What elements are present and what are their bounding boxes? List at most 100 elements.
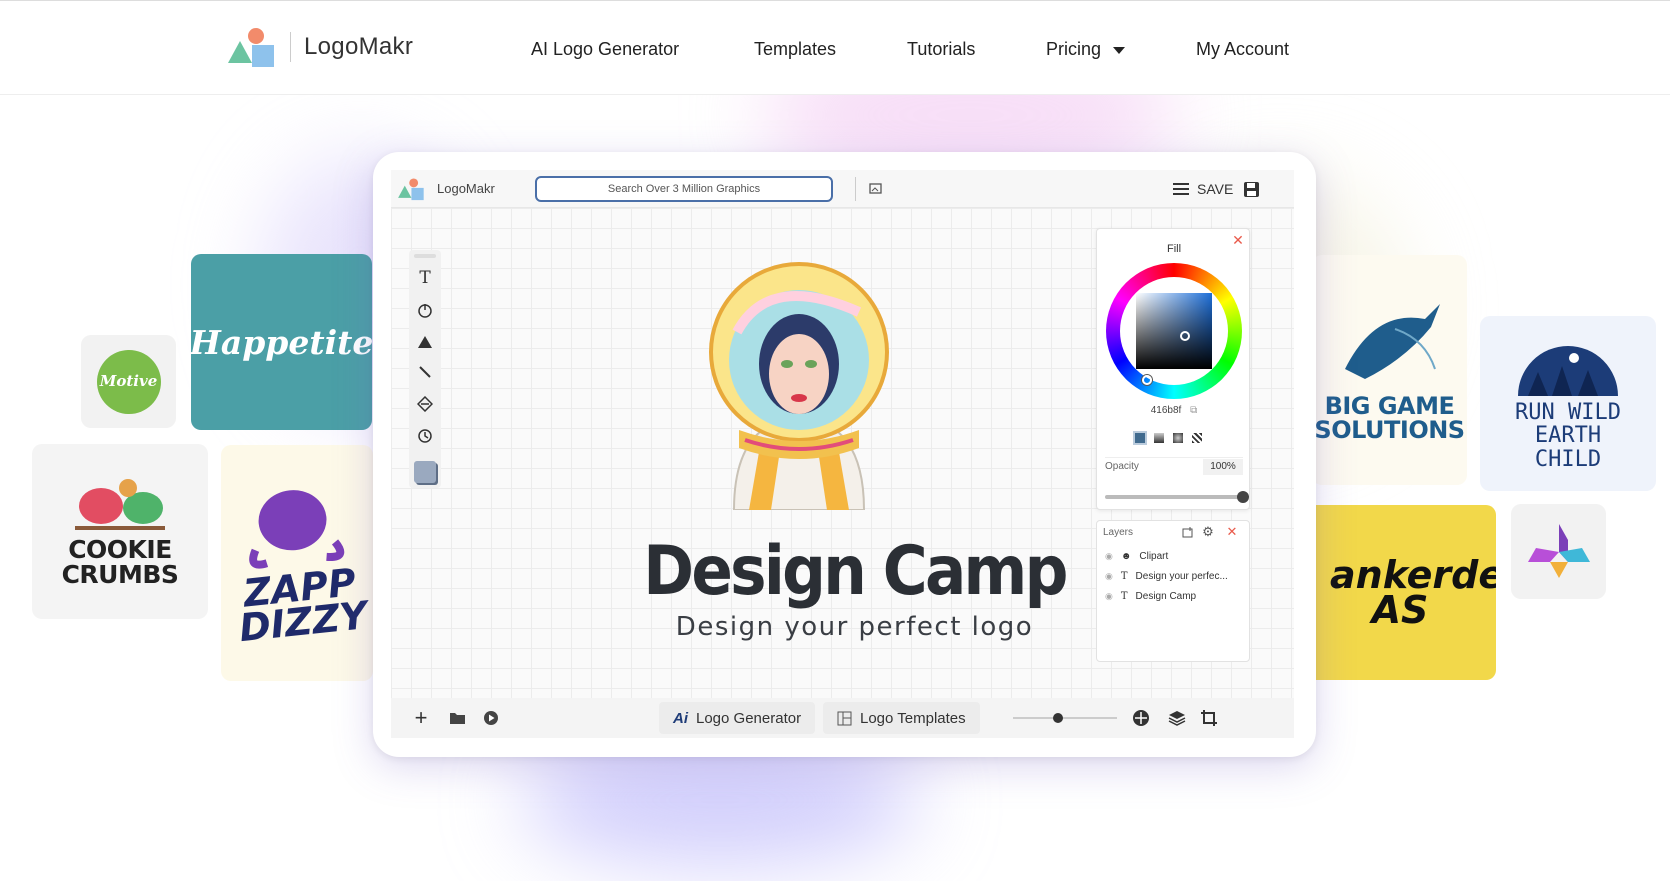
editor-bottom-bar: + Ai Logo Generator Logo Templates — [391, 698, 1294, 738]
text-tool-icon[interactable]: T — [415, 268, 435, 288]
tool-rail: T — [409, 250, 441, 488]
hex-readout[interactable]: 416b8f ⧉ — [1097, 405, 1251, 416]
editor-window: LogoMakr Search Over 3 Million Graphics … — [373, 152, 1316, 757]
plus-icon[interactable]: + — [411, 705, 431, 730]
logo-card-big-game[interactable]: BIG GAME SOLUTIONS — [1312, 255, 1467, 485]
gear-icon[interactable]: ⚙ — [1201, 524, 1215, 539]
ai-badge-icon: Ai — [673, 709, 688, 727]
editor-logo-icon — [397, 176, 427, 207]
zoom-slider-thumb[interactable] — [1053, 713, 1063, 723]
close-icon[interactable]: ✕ — [1225, 524, 1239, 539]
linear-gradient-icon[interactable] — [1154, 433, 1164, 443]
rail-handle[interactable] — [414, 254, 436, 258]
caret-down-icon — [1113, 46, 1126, 54]
logo-card-zapp-dizzy[interactable]: ZAPP DIZZY — [221, 445, 373, 681]
visibility-eye-icon[interactable]: ◉ — [1105, 571, 1113, 582]
forest-moon-icon — [1518, 346, 1618, 397]
logo-card-run-wild[interactable]: RUN WILD EARTH CHILD — [1480, 316, 1656, 491]
hue-handle[interactable] — [1142, 375, 1152, 385]
logo-card-ankerdekk[interactable]: ankerdekk AS — [1304, 505, 1496, 680]
opacity-value[interactable]: 100% — [1203, 459, 1243, 475]
layers-panel-title: Layers — [1103, 527, 1134, 538]
layer-item[interactable]: ◉ T Design your perfec... — [1105, 571, 1228, 582]
play-icon[interactable] — [481, 708, 501, 728]
cookie-crumbs-art: COOKIE CRUMBS — [55, 476, 185, 587]
hamburger-menu-icon[interactable] — [1171, 179, 1191, 199]
nav-tutorials[interactable]: Tutorials — [907, 39, 975, 60]
eraser-tool-icon[interactable] — [415, 394, 435, 414]
templates-grid-icon — [837, 711, 852, 725]
color-picker-handle[interactable] — [1180, 331, 1190, 341]
layer-label: Design your perfec... — [1135, 571, 1228, 582]
logo-card-motive[interactable]: Motive — [81, 335, 176, 428]
history-tool-icon[interactable] — [415, 426, 435, 446]
logo-card-tri-mark[interactable] — [1511, 504, 1606, 599]
clipart-tool-icon[interactable] — [415, 300, 435, 320]
site-header: LogoMakr AI Logo Generator Templates Tut… — [0, 0, 1670, 95]
color-swatch — [414, 461, 436, 483]
logo-card-cookie-crumbs[interactable]: COOKIE CRUMBS — [32, 444, 208, 619]
opacity-slider-thumb[interactable] — [1237, 491, 1249, 503]
run-wild-art: RUN WILD EARTH CHILD — [1503, 336, 1633, 472]
text-icon: T — [1120, 591, 1128, 602]
radial-gradient-icon[interactable] — [1173, 433, 1183, 443]
toolbar-divider — [855, 177, 856, 201]
layers-stack-icon[interactable] — [1167, 708, 1187, 728]
shape-tool-icon[interactable] — [415, 332, 435, 352]
layer-label: Design Camp — [1135, 591, 1197, 602]
logo-card-happetite[interactable]: Happetite — [191, 254, 372, 430]
graphics-search-input[interactable]: Search Over 3 Million Graphics — [535, 176, 833, 202]
brand-divider — [290, 32, 291, 62]
visibility-eye-icon[interactable]: ◉ — [1105, 551, 1113, 562]
nav-pricing-label: Pricing — [1046, 39, 1102, 59]
clipart-icon: ☻ — [1120, 551, 1132, 562]
layers-panel: Layers ⚙ ✕ ◉ ☻ Clipart ◉ T Design your p… — [1096, 520, 1250, 662]
hue-ring[interactable] — [1106, 263, 1242, 399]
card-text: ZAPP DIZZY — [237, 560, 370, 651]
card-text: ankerdekk AS — [1330, 553, 1496, 632]
editor-toolbar: LogoMakr Search Over 3 Million Graphics … — [391, 170, 1294, 208]
opacity-slider[interactable] — [1105, 491, 1249, 503]
layer-item[interactable]: ◉ ☻ Clipart — [1105, 551, 1168, 562]
opacity-label: Opacity — [1105, 461, 1139, 472]
line-tool-icon[interactable] — [415, 362, 435, 382]
brand-name: LogoMakr — [304, 33, 414, 60]
copy-icon[interactable]: ⧉ — [1190, 405, 1197, 416]
nav-pricing[interactable]: Pricing — [1046, 39, 1126, 60]
logo-templates-label: Logo Templates — [860, 709, 966, 727]
card-text: RUN WILD EARTH CHILD — [1515, 400, 1621, 472]
astronaut-clipart[interactable] — [709, 252, 889, 511]
logo-generator-button[interactable]: Ai Logo Generator — [659, 702, 816, 734]
logomakr-mark-icon — [226, 25, 280, 69]
color-swatch-button[interactable] — [413, 460, 437, 484]
save-button[interactable]: SAVE — [1197, 181, 1233, 197]
fill-panel-title: Fill — [1166, 243, 1182, 255]
folder-icon[interactable] — [447, 708, 467, 728]
grid-target-icon[interactable] — [1131, 708, 1151, 728]
add-layer-icon[interactable] — [1181, 526, 1195, 540]
logo-templates-button[interactable]: Logo Templates — [823, 702, 980, 734]
nav-ai-logo-generator[interactable]: AI Logo Generator — [531, 39, 679, 60]
zapp-dizzy-art: ZAPP DIZZY — [221, 479, 373, 651]
visibility-eye-icon[interactable]: ◉ — [1105, 591, 1113, 602]
tri-arrow-icon — [1527, 523, 1590, 578]
design-canvas[interactable]: T Design Camp Design your perfect logo ✕… — [391, 208, 1294, 698]
solid-fill-icon[interactable] — [1133, 431, 1147, 445]
card-text: COOKIE CRUMBS — [61, 535, 179, 589]
save-disk-icon[interactable] — [1241, 179, 1261, 199]
zoom-slider[interactable] — [1013, 713, 1117, 723]
nav-my-account[interactable]: My Account — [1196, 39, 1289, 60]
octopus-icon — [249, 490, 345, 569]
crop-icon[interactable] — [1199, 708, 1219, 728]
card-text: Motive — [99, 372, 158, 390]
nav-templates[interactable]: Templates — [754, 39, 836, 60]
birds-icon — [75, 479, 165, 530]
saturation-picker[interactable] — [1136, 293, 1212, 369]
card-text: BIG GAME SOLUTIONS — [1314, 391, 1465, 444]
pattern-fill-icon[interactable] — [1192, 433, 1202, 443]
layer-item[interactable]: ◉ T Design Camp — [1105, 591, 1196, 602]
fill-type-options — [1133, 431, 1202, 445]
brand-logo[interactable]: LogoMakr — [226, 25, 413, 69]
hero-section: Motive Happetite COOKIE CRUMBS ZAPP DIZZ… — [0, 95, 1670, 881]
upload-image-icon[interactable] — [867, 179, 885, 197]
